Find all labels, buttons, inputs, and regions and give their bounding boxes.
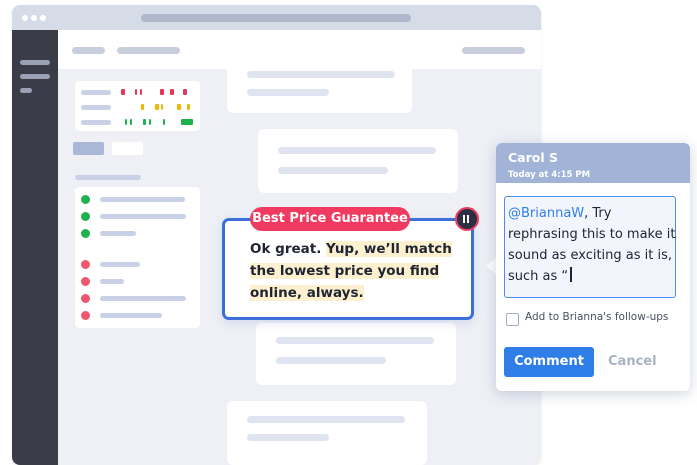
participant-name <box>100 313 162 318</box>
status-dot-green <box>81 195 90 204</box>
window-dot-icon <box>22 15 28 21</box>
status-dot-red <box>81 260 90 269</box>
transcript-line <box>276 357 386 364</box>
cancel-button[interactable]: Cancel <box>608 354 657 369</box>
sidebar-item[interactable] <box>20 88 32 93</box>
transcript-bubble <box>258 129 458 193</box>
status-dot-green <box>81 212 90 221</box>
stats-row-label <box>81 90 111 95</box>
activity-bar <box>135 89 137 95</box>
stats-row-label <box>81 105 111 110</box>
panel-header: Carol S Today at 4:15 PM <box>496 143 690 183</box>
follow-up-checkbox[interactable] <box>506 313 519 326</box>
activity-bar <box>163 119 165 125</box>
status-dot-red <box>81 294 90 303</box>
topic-tag[interactable]: Best Price Guarantee <box>250 207 410 231</box>
activity-bar <box>143 119 146 125</box>
follow-up-label: Add to Brianna's follow-ups <box>525 311 669 323</box>
activity-bar <box>161 104 163 110</box>
window-dot-icon <box>40 15 46 21</box>
mention[interactable]: @BriannaW <box>508 206 584 221</box>
transcript-line <box>278 167 388 174</box>
participant-name <box>100 279 124 284</box>
activity-bar <box>187 104 190 110</box>
sidebar-item[interactable] <box>20 74 50 79</box>
highlighted-message: Ok great. Yup, we’ll match the lowest pr… <box>250 238 455 304</box>
topbar-action[interactable] <box>462 47 525 54</box>
stats-row-label <box>81 120 111 125</box>
activity-bar <box>155 104 159 110</box>
sidebar-item[interactable] <box>20 60 50 65</box>
window-titlebar <box>12 5 541 30</box>
transcript-bubble <box>227 401 427 465</box>
activity-bar <box>160 89 164 95</box>
url-bar[interactable] <box>141 14 411 22</box>
panel-pointer <box>486 258 496 274</box>
participant-name <box>100 197 185 202</box>
participants-card <box>75 187 200 328</box>
activity-bar <box>181 119 193 125</box>
activity-bar <box>177 104 181 110</box>
transcript-line <box>276 337 434 344</box>
activity-bar <box>125 119 127 125</box>
text-caret <box>570 267 573 282</box>
section-heading <box>75 175 141 180</box>
comment-button[interactable]: Comment <box>504 347 594 377</box>
view-toggle[interactable] <box>73 142 104 155</box>
comment-timestamp: Today at 4:15 PM <box>508 170 591 180</box>
transcript-line <box>247 71 395 78</box>
transcript-line <box>247 89 329 96</box>
activity-bar <box>130 119 132 125</box>
status-dot-red <box>81 277 90 286</box>
status-dot-red <box>81 311 90 320</box>
comment-author: Carol S <box>508 150 558 165</box>
activity-bar <box>121 89 125 95</box>
participant-name <box>100 296 186 301</box>
stats-card <box>75 81 200 131</box>
message-text: Ok great. <box>250 241 327 257</box>
transcript-bubble <box>227 61 412 113</box>
topbar-nav-item[interactable] <box>117 47 180 54</box>
activity-bar <box>140 89 142 95</box>
comment-panel: Carol S Today at 4:15 PM @BriannaW, Try … <box>496 143 690 391</box>
activity-bar <box>183 89 187 95</box>
transcript-line <box>247 416 405 423</box>
transcript-bubble <box>256 323 456 385</box>
activity-bar <box>170 89 174 95</box>
participant-name <box>100 231 136 236</box>
activity-bar <box>141 104 144 110</box>
activity-bar <box>149 119 151 125</box>
participant-name <box>100 262 140 267</box>
view-toggle[interactable] <box>112 142 143 155</box>
window-dot-icon <box>31 15 37 21</box>
transcript-line <box>247 434 329 441</box>
participant-name <box>100 214 186 219</box>
status-dot-green <box>81 229 90 238</box>
topbar-nav-item[interactable] <box>72 47 105 54</box>
pause-icon[interactable] <box>455 207 479 231</box>
comment-draft: @BriannaW, Try rephrasing this to make i… <box>508 203 676 287</box>
transcript-line <box>278 147 436 154</box>
sidebar <box>12 30 58 465</box>
